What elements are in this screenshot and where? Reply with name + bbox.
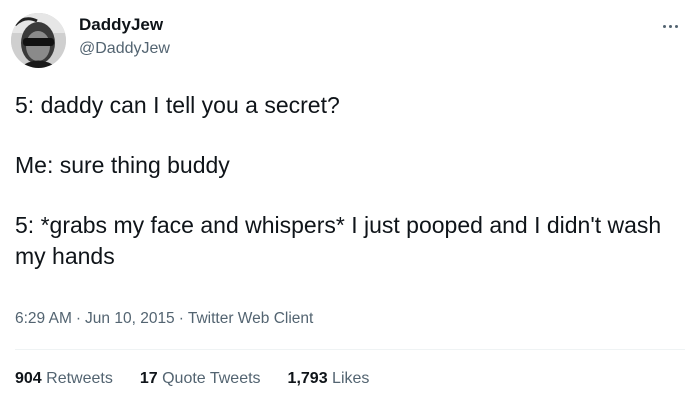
quote-tweets-label: Quote Tweets: [162, 370, 261, 387]
likes-stat[interactable]: 1,793 Likes: [288, 369, 370, 389]
avatar-photo: [11, 13, 66, 68]
likes-label: Likes: [332, 370, 370, 387]
quote-tweets-stat[interactable]: 17 Quote Tweets: [140, 369, 261, 389]
avatar[interactable]: [11, 13, 66, 68]
tweet-line: Me: sure thing buddy: [15, 152, 230, 178]
tweet-line: 5: *grabs my face and whispers* I just p…: [15, 212, 662, 269]
more-horizontal-icon[interactable]: [656, 18, 684, 34]
tweet-card: DaddyJew @DaddyJew 5: daddy can I tell y…: [0, 0, 700, 407]
tweet-date[interactable]: Jun 10, 2015: [85, 310, 175, 327]
display-name[interactable]: DaddyJew: [79, 14, 170, 36]
quote-tweets-count: 17: [139, 370, 158, 387]
tweet-client: Twitter Web Client: [187, 310, 314, 327]
tweet-line: 5: daddy can I tell you a secret?: [15, 92, 340, 118]
retweets-stat[interactable]: 904 Retweets: [15, 369, 113, 389]
divider: [15, 349, 685, 350]
tweet-text: 5: daddy can I tell you a secret? Me: su…: [15, 90, 675, 272]
handle[interactable]: @DaddyJew: [79, 38, 170, 59]
retweets-count: 904: [15, 370, 42, 387]
separator: ·: [75, 310, 82, 327]
engagement-stats: 904 Retweets 17 Quote Tweets 1,793 Likes: [15, 369, 396, 389]
author-info: DaddyJew @DaddyJew: [79, 14, 170, 59]
retweets-label: Retweets: [46, 370, 113, 387]
tweet-time[interactable]: 6:29 AM: [15, 310, 72, 327]
separator: ·: [178, 310, 184, 327]
likes-count: 1,793: [287, 370, 328, 387]
tweet-metadata: 6:29 AM · Jun 10, 2015 · Twitter Web Client: [15, 309, 313, 329]
